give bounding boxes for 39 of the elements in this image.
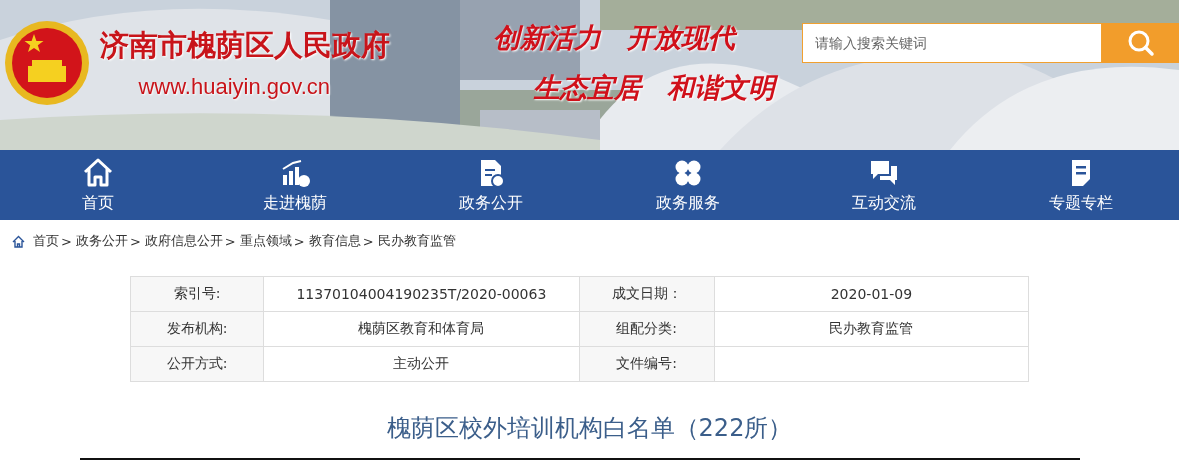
nav-item[interactable]: 互动交流	[786, 150, 983, 220]
breadcrumb-separator: >	[224, 233, 236, 249]
emblem-icon	[4, 20, 90, 106]
field-value: 主动公开	[393, 355, 450, 371]
nav-item[interactable]: 走进槐荫	[196, 150, 393, 220]
slogan: 创新活力	[492, 21, 601, 55]
field-value: 槐荫区教育和体育局	[358, 320, 485, 336]
breadcrumb-link[interactable]: 政府信息公开	[144, 232, 223, 250]
home-icon	[82, 156, 115, 189]
field-label: 组配分类:	[579, 311, 715, 347]
search-icon	[1126, 29, 1155, 57]
field-label: 文件编号:	[579, 346, 715, 382]
home-icon	[12, 234, 25, 248]
nav-item[interactable]: 政务公开	[393, 150, 590, 220]
article-title: 槐荫区校外培训机构白名单（222所）	[385, 413, 794, 444]
site-name: 济南市槐荫区人民政府	[100, 27, 390, 64]
breadcrumb-link[interactable]: 政务公开	[75, 232, 128, 250]
field-value: 2020-01-09	[830, 286, 913, 302]
nav-item[interactable]: 专题专栏	[982, 150, 1179, 220]
breadcrumb-separator: >	[293, 233, 305, 249]
field-label: 发布机构:	[130, 311, 264, 347]
field-value: 民办教育监管	[829, 320, 914, 336]
breadcrumb-link[interactable]: 重点领域	[239, 232, 292, 250]
field-label: 索引号:	[130, 276, 264, 312]
breadcrumb-separator: >	[129, 233, 141, 249]
search-field[interactable]: 请输入搜索关键词	[802, 23, 1102, 63]
breadcrumb-separator: >	[362, 233, 374, 249]
slogan: 生态宜居	[532, 71, 641, 105]
breadcrumb-link[interactable]: 教育信息	[308, 232, 361, 250]
site-url: www.huaiyin.gov.cn	[138, 74, 331, 100]
breadcrumb-link[interactable]: 民办教育监管	[377, 232, 456, 250]
search-button[interactable]	[1102, 23, 1179, 63]
field-label: 公开方式:	[130, 346, 264, 382]
nav-item[interactable]: 首页	[0, 150, 197, 220]
field-label: 成文日期：	[579, 276, 715, 312]
breadcrumb-link[interactable]: 首页	[33, 232, 59, 250]
field-value: 11370104004190235T/2020-00063	[296, 286, 547, 302]
breadcrumb-separator: >	[61, 233, 72, 249]
nav-item[interactable]: 政务服务	[589, 150, 786, 220]
